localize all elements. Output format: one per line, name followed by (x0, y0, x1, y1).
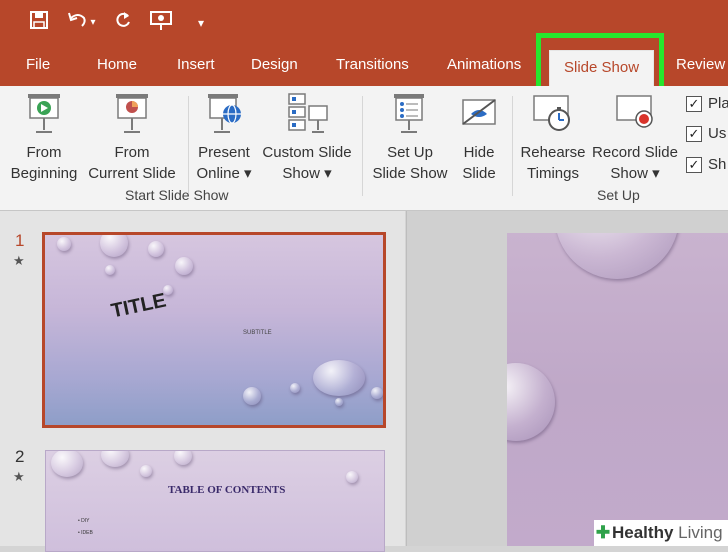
slide-number-1: 1 (15, 231, 25, 250)
slide-1-title: TITLE (109, 289, 169, 323)
checkbox-label-show: Sh (708, 156, 727, 173)
slide-number-2: 2 (15, 447, 25, 466)
tab-transitions[interactable]: Transitions (336, 56, 409, 73)
from-beginning-button[interactable]: From Beginning (6, 92, 82, 184)
water-drop (175, 257, 193, 275)
water-drop (555, 233, 679, 279)
hide-slide-label-1: Hide (463, 144, 495, 161)
ribbon-separator (188, 96, 189, 196)
customize-toolbar-icon[interactable]: ▾ (188, 10, 214, 36)
from-current-label-1: From (114, 144, 150, 161)
water-drop (335, 398, 343, 406)
from-beginning-label-2: Beginning (10, 165, 78, 182)
start-slideshow-icon[interactable] (148, 10, 174, 36)
hide-slide-label-2: Slide (462, 165, 496, 182)
water-drop (148, 241, 164, 257)
from-current-slide-button[interactable]: From Current Slide (86, 92, 178, 184)
checkbox-show-media-controls[interactable]: ✓ (686, 157, 702, 173)
custom-slide-show-label-1: Custom Slide (262, 144, 352, 161)
group-label-start-slide-show: Start Slide Show (125, 187, 229, 203)
water-drop (243, 387, 261, 405)
water-drop (140, 465, 152, 477)
main-slide-canvas[interactable] (507, 233, 728, 546)
record-slide-show-button[interactable]: Record Slide Show ▾ (590, 92, 680, 184)
slide-thumbnail-pane: 1 ★ TITLE SUBTITLE 2 ★ TABLE OF CONTENTS… (0, 211, 405, 552)
custom-slides-icon (285, 92, 329, 136)
tab-review[interactable]: Review (676, 56, 725, 73)
projector-play-icon (22, 92, 66, 136)
checkbox-play-narrations[interactable]: ✓ (686, 96, 702, 112)
present-online-label-2: Online ▾ (196, 165, 252, 182)
water-drop (371, 387, 383, 399)
slide-transition-star-icon: ★ (13, 253, 25, 268)
slide-show-tab-highlight (536, 33, 664, 94)
ribbon-slide-show: From Beginning From Current Slide Presen… (0, 86, 728, 211)
custom-slide-show-label-2: Show ▾ (282, 165, 332, 182)
checkbox-label-use: Us (708, 125, 727, 142)
rehearse-timings-button[interactable]: Rehearse Timings (516, 92, 590, 184)
ribbon-separator (362, 96, 363, 196)
watermark-logo: ✚ Healthy Living (594, 520, 728, 546)
water-drop (313, 360, 365, 396)
water-drop (57, 237, 71, 251)
hide-slide-button[interactable]: Hide Slide (454, 92, 504, 184)
slide-editor-pane (406, 211, 728, 546)
slide-thumbnail-2[interactable]: TABLE OF CONTENTS • DIY • IDEB (45, 450, 385, 552)
checkbox-use-timings[interactable]: ✓ (686, 126, 702, 142)
record-icon (613, 92, 657, 136)
slide-1-subtitle: SUBTITLE (243, 330, 272, 336)
record-label-2: Show ▾ (610, 165, 660, 182)
undo-dropdown-icon[interactable]: ▾ (86, 10, 100, 36)
watermark-brand: Healthy (612, 523, 674, 542)
rehearse-label-2: Timings (527, 165, 579, 182)
checkbox-label-play: Pla (708, 95, 728, 112)
plus-icon: ✚ (595, 523, 611, 542)
present-online-label-1: Present (198, 144, 250, 161)
setup-slideshow-icon (388, 92, 432, 136)
set-up-label-2: Slide Show (372, 165, 448, 182)
set-up-slide-show-button[interactable]: Set Up Slide Show (368, 92, 452, 184)
water-drop (346, 471, 358, 483)
slide-2-title: TABLE OF CONTENTS (168, 484, 286, 496)
from-current-label-2: Current Slide (88, 165, 176, 182)
water-drop (51, 451, 83, 477)
water-drop (101, 451, 129, 467)
globe-projector-icon (202, 92, 246, 136)
hide-slide-icon (457, 92, 501, 136)
stopwatch-icon (531, 92, 575, 136)
water-drop (290, 383, 300, 393)
slide-transition-star-icon: ★ (13, 469, 25, 484)
tab-home[interactable]: Home (97, 56, 137, 73)
water-drop (507, 363, 555, 441)
custom-slide-show-button[interactable]: Custom Slide Show ▾ (258, 92, 356, 184)
tab-design[interactable]: Design (251, 56, 298, 73)
water-drop (105, 265, 115, 275)
water-drop (100, 235, 128, 257)
tab-insert[interactable]: Insert (177, 56, 215, 73)
watermark-suffix: Living (678, 523, 723, 542)
projector-current-icon (110, 92, 154, 136)
water-drop (174, 451, 192, 465)
ribbon-separator (512, 96, 513, 196)
record-label-1: Record Slide (592, 144, 678, 161)
from-beginning-label-1: From (26, 144, 62, 161)
tab-animations[interactable]: Animations (447, 56, 521, 73)
tab-file[interactable]: File (26, 56, 50, 73)
redo-icon[interactable] (110, 10, 136, 36)
slide-2-bullet: • DIY (78, 518, 90, 524)
save-icon[interactable] (26, 10, 52, 36)
group-label-set-up: Set Up (597, 187, 640, 203)
present-online-button[interactable]: Present Online ▾ (192, 92, 256, 184)
rehearse-label-1: Rehearse (520, 144, 586, 161)
set-up-label-1: Set Up (387, 144, 433, 161)
slide-2-bullet: • IDEB (78, 530, 93, 536)
slide-thumbnail-1[interactable]: TITLE SUBTITLE (42, 232, 386, 428)
